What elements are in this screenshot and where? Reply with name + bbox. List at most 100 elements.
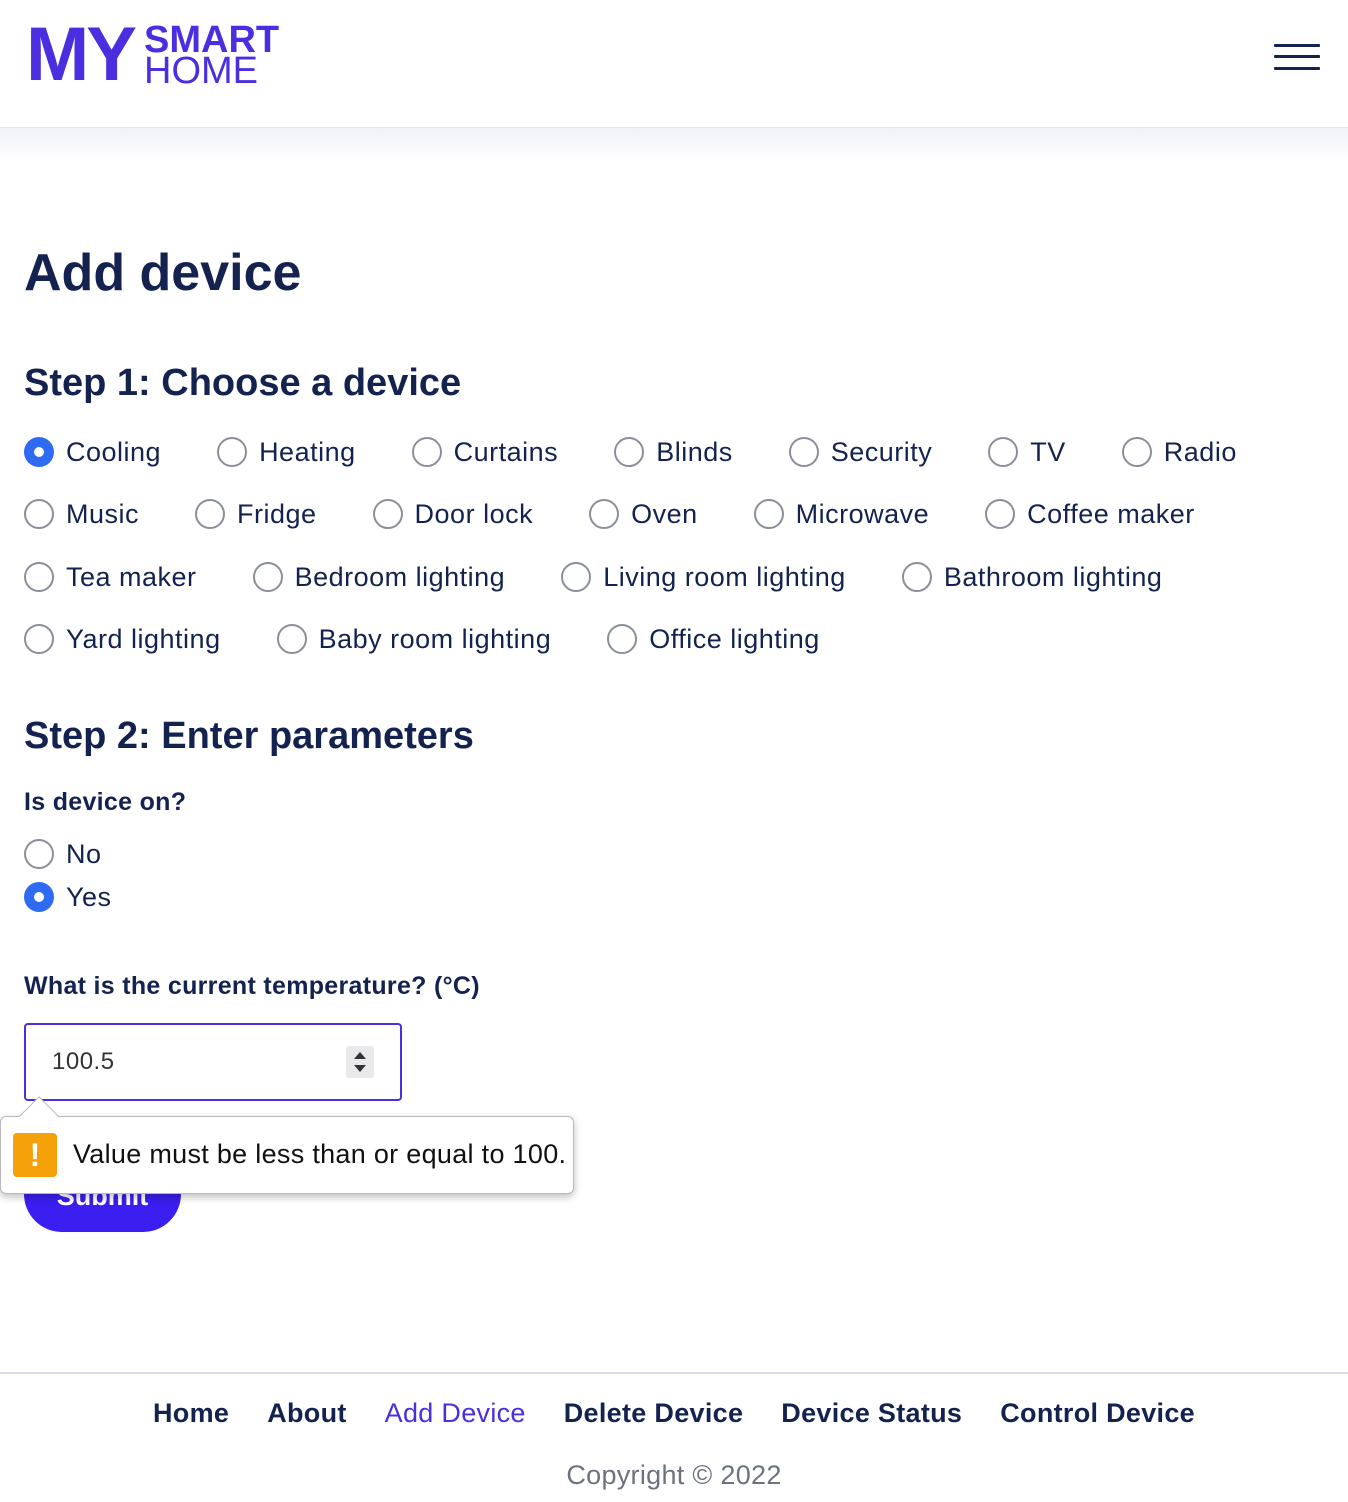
device-option-label: Bathroom lighting: [943, 561, 1163, 592]
device-option-label: Microwave: [795, 498, 930, 529]
radio-button[interactable]: [607, 624, 638, 654]
radio-button[interactable]: [217, 437, 248, 467]
radio-button[interactable]: [276, 624, 307, 654]
radio-button[interactable]: [195, 499, 226, 529]
device-option-bathroom-lighting[interactable]: Bathroom lighting: [901, 557, 1163, 597]
device-options-row-2: Music Fridge Door lock Oven Microwave Co…: [24, 494, 1251, 534]
power-option-label: No: [66, 838, 102, 869]
radio-button[interactable]: [24, 437, 54, 467]
radio-button[interactable]: [788, 437, 819, 467]
temperature-input[interactable]: 100.5: [24, 1023, 402, 1101]
device-option-bedroom-lighting[interactable]: Bedroom lighting: [252, 557, 506, 597]
device-option-microwave[interactable]: Microwave: [753, 494, 930, 534]
tooltip-arrow: [19, 1096, 59, 1136]
device-option-baby-room-lighting[interactable]: Baby room lighting: [276, 619, 552, 659]
radio-button[interactable]: [372, 499, 403, 529]
spinner-down-icon[interactable]: [354, 1065, 366, 1072]
temperature-value: 100.5: [52, 1048, 115, 1075]
radio-button[interactable]: [24, 562, 54, 592]
device-option-label: Oven: [631, 498, 698, 529]
device-option-label: Living room lighting: [603, 561, 846, 592]
device-option-label: Bedroom lighting: [294, 561, 506, 592]
device-option-curtains[interactable]: Curtains: [411, 432, 559, 472]
device-option-label: Fridge: [237, 498, 317, 529]
device-option-tea-maker[interactable]: Tea maker: [24, 557, 197, 597]
device-option-label: Heating: [259, 436, 356, 467]
device-option-label: TV: [1030, 436, 1066, 467]
device-option-coffee-maker[interactable]: Coffee maker: [985, 494, 1195, 534]
radio-button[interactable]: [24, 839, 54, 869]
device-option-label: Coffee maker: [1027, 498, 1195, 529]
device-option-label: Radio: [1163, 436, 1237, 467]
device-option-blinds[interactable]: Blinds: [614, 432, 733, 472]
footer-link-delete-device[interactable]: Delete Device: [564, 1398, 744, 1429]
logo-home: HOME: [144, 50, 258, 92]
temperature-question: What is the current temperature? (°C): [24, 972, 480, 1000]
radio-button[interactable]: [252, 562, 283, 592]
number-spinner[interactable]: [346, 1046, 374, 1078]
radio-button[interactable]: [24, 882, 54, 912]
footer-divider: [0, 1372, 1348, 1374]
device-option-label: Security: [830, 436, 933, 467]
device-option-label: Blinds: [656, 436, 733, 467]
device-option-label: Office lighting: [649, 623, 820, 654]
radio-button[interactable]: [561, 562, 592, 592]
copyright: Copyright © 2022: [566, 1460, 782, 1490]
device-option-radio[interactable]: Radio: [1121, 432, 1237, 472]
device-option-fridge[interactable]: Fridge: [195, 494, 317, 534]
radio-button[interactable]: [24, 499, 54, 529]
device-option-label: Music: [66, 498, 140, 529]
hamburger-menu-icon[interactable]: [1270, 40, 1322, 76]
radio-button[interactable]: [589, 499, 620, 529]
step1-heading: Step 1: Choose a device: [24, 362, 462, 404]
footer-link-about[interactable]: About: [267, 1398, 346, 1429]
radio-button[interactable]: [24, 624, 54, 654]
device-options-row-3: Tea maker Bedroom lighting Living room l…: [24, 557, 1218, 597]
device-option-label: Tea maker: [66, 561, 197, 592]
device-option-music[interactable]: Music: [24, 494, 139, 534]
site-header: MY SMART HOME: [0, 0, 1348, 128]
validation-tooltip: ! Value must be less than or equal to 10…: [0, 1096, 574, 1194]
page-title: Add device: [24, 244, 302, 302]
logo-my: MY: [26, 12, 137, 97]
power-option-label: Yes: [66, 881, 112, 912]
device-option-office-lighting[interactable]: Office lighting: [607, 619, 820, 659]
radio-button[interactable]: [988, 437, 1019, 467]
device-option-door-lock[interactable]: Door lock: [372, 494, 534, 534]
device-option-cooling[interactable]: Cooling: [24, 432, 161, 472]
device-option-tv[interactable]: TV: [988, 432, 1066, 472]
device-option-oven[interactable]: Oven: [589, 494, 698, 534]
header-shadow: [0, 128, 1348, 162]
power-option-no[interactable]: No: [24, 834, 102, 874]
footer-link-add-device[interactable]: Add Device: [385, 1398, 526, 1429]
radio-button[interactable]: [985, 499, 1016, 529]
device-option-label: Cooling: [66, 436, 162, 467]
device-options-row-4: Yard lighting Baby room lighting Office …: [24, 619, 876, 659]
step2-heading: Step 2: Enter parameters: [24, 715, 474, 757]
spinner-up-icon[interactable]: [354, 1052, 366, 1059]
device-option-label: Door lock: [414, 498, 534, 529]
device-options-row-1: Cooling Heating Curtains Blinds Security…: [24, 432, 1293, 472]
warning-icon: !: [13, 1133, 57, 1177]
device-option-living-room-lighting[interactable]: Living room lighting: [561, 557, 846, 597]
power-option-yes[interactable]: Yes: [24, 877, 112, 917]
radio-button[interactable]: [411, 437, 442, 467]
device-option-heating[interactable]: Heating: [217, 432, 356, 472]
device-option-yard-lighting[interactable]: Yard lighting: [24, 619, 221, 659]
radio-button[interactable]: [614, 437, 645, 467]
device-option-label: Baby room lighting: [318, 623, 552, 654]
footer-link-home[interactable]: Home: [153, 1398, 229, 1429]
validation-message: Value must be less than or equal to 100.: [73, 1139, 567, 1169]
device-option-security[interactable]: Security: [788, 432, 933, 472]
footer-nav: Home About Add Device Delete Device Devi…: [0, 1398, 1348, 1429]
radio-button[interactable]: [1121, 437, 1152, 467]
device-option-label: Yard lighting: [66, 623, 221, 654]
menu-bar: [1274, 44, 1320, 47]
radio-button[interactable]: [753, 499, 784, 529]
radio-button[interactable]: [901, 562, 932, 592]
device-option-label: Curtains: [453, 436, 559, 467]
footer-link-device-status[interactable]: Device Status: [781, 1398, 962, 1429]
menu-bar: [1274, 67, 1320, 70]
menu-bar: [1274, 55, 1320, 58]
footer-link-control-device[interactable]: Control Device: [1000, 1398, 1195, 1429]
